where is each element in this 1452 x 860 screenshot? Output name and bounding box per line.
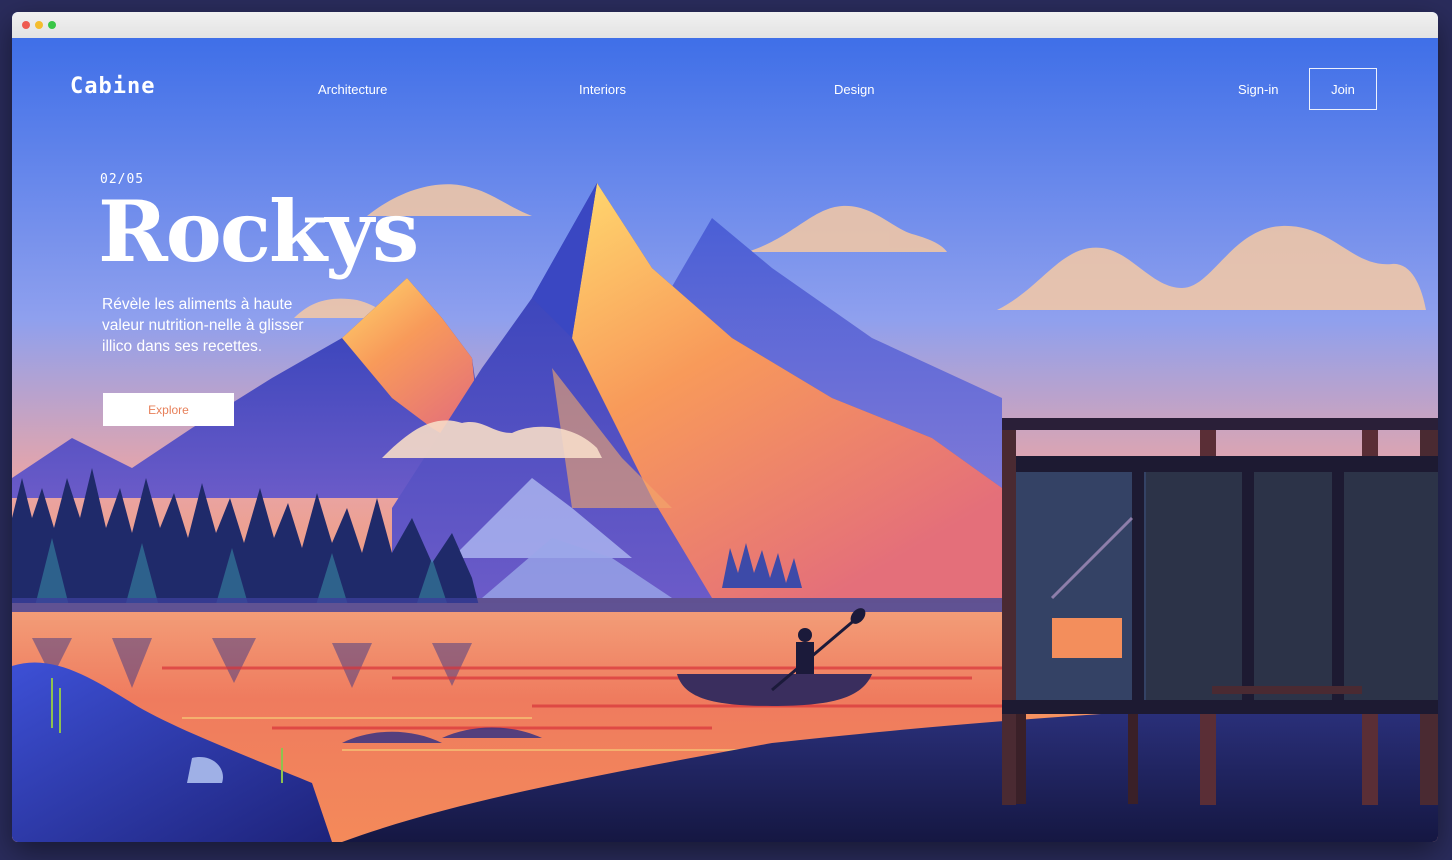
hero-description: Révèle les aliments à haute valeur nutri…	[102, 296, 304, 355]
top-navigation: Cabine Architecture Interiors Design Sig…	[12, 38, 1438, 128]
window-minimize-icon[interactable]	[35, 21, 43, 29]
hero-title: Rockys	[98, 182, 419, 281]
nav-link-design[interactable]: Design	[834, 82, 874, 97]
sign-in-link[interactable]: Sign-in	[1238, 82, 1278, 97]
hero-illustration	[12, 38, 1438, 842]
browser-titlebar	[12, 12, 1438, 39]
browser-window: Cabine Architecture Interiors Design Sig…	[12, 12, 1438, 842]
brand-logo[interactable]: Cabine	[70, 74, 155, 99]
nav-link-architecture[interactable]: Architecture	[318, 82, 387, 97]
window-close-icon[interactable]	[22, 21, 30, 29]
window-zoom-icon[interactable]	[48, 21, 56, 29]
join-button[interactable]: Join	[1309, 68, 1377, 110]
mountain-lake-illustration	[12, 38, 1438, 842]
explore-button[interactable]: Explore	[103, 393, 234, 426]
nav-link-interiors[interactable]: Interiors	[579, 82, 626, 97]
